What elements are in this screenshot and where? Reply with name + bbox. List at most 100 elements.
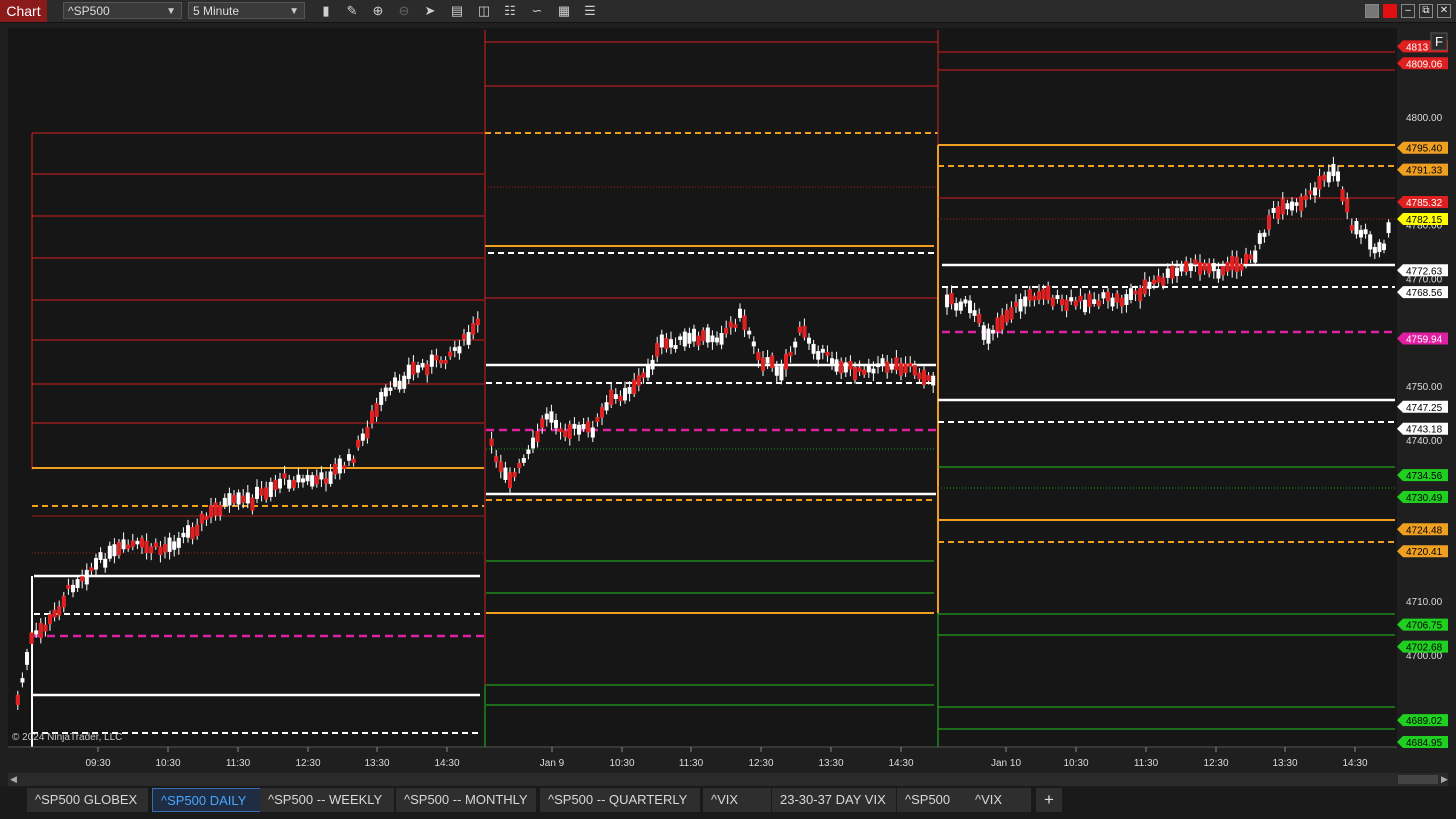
- bear-candle: [231, 494, 236, 504]
- minimize-icon[interactable]: –: [1401, 4, 1415, 18]
- bear-candle: [848, 360, 853, 370]
- tab-vix-day[interactable]: 23-30-37 DAY VIX: [772, 788, 896, 812]
- bear-candle: [291, 480, 296, 488]
- bear-candle: [144, 540, 149, 554]
- tab-sp500[interactable]: ^SP500: [897, 788, 967, 812]
- tab-vix[interactable]: ^VIX: [703, 788, 771, 812]
- bull-candle: [572, 423, 577, 429]
- interval-value: 5 Minute: [193, 4, 240, 18]
- bear-candle: [1014, 301, 1019, 307]
- strategies-icon[interactable]: ☷: [502, 3, 518, 19]
- price-flag-label: 4795.40: [1406, 144, 1443, 155]
- bull-candle: [793, 341, 798, 348]
- bear-candle: [912, 364, 917, 376]
- bear-candle: [1280, 198, 1285, 215]
- bear-candle: [641, 372, 646, 378]
- tab-sp500-quarterly[interactable]: ^SP500 -- QUARTERLY: [540, 788, 700, 812]
- tab-sp500-weekly[interactable]: ^SP500 -- WEEKLY: [260, 788, 394, 812]
- pencil-icon[interactable]: ✎: [344, 3, 360, 19]
- instrument-selector[interactable]: ^SP500 ▼: [63, 2, 182, 19]
- chart-menu-button[interactable]: Chart: [0, 0, 47, 22]
- scroll-thumb[interactable]: [1398, 775, 1438, 784]
- bull-candle: [866, 365, 871, 373]
- price-flag-label: 4809.06: [1406, 59, 1443, 70]
- list-icon[interactable]: ☰: [582, 3, 598, 19]
- scroll-right-icon[interactable]: ▶: [1441, 773, 1448, 786]
- bull-candle: [1271, 207, 1276, 213]
- tab-sp500-daily[interactable]: ^SP500 DAILY: [152, 788, 262, 812]
- price-flag: 4684.95: [1397, 735, 1448, 749]
- bear-candle: [475, 318, 480, 326]
- bull-candle: [963, 299, 968, 304]
- bull-candle: [84, 569, 89, 585]
- bear-candle: [1041, 288, 1046, 300]
- price-flag-label: 4743.18: [1406, 425, 1443, 436]
- bull-candle: [1179, 266, 1184, 272]
- restore-icon[interactable]: ⧉: [1419, 4, 1433, 18]
- bear-candle: [494, 456, 499, 463]
- bull-candle: [1092, 299, 1097, 304]
- zoom-out-icon[interactable]: ⊖: [396, 3, 412, 19]
- bull-candle: [669, 339, 674, 348]
- scroll-left-icon[interactable]: ◀: [10, 773, 17, 786]
- bull-candle: [429, 354, 434, 367]
- chart-panel[interactable]: 4800.004790.004780.004770.004750.004740.…: [0, 23, 1456, 773]
- add-tab-button[interactable]: +: [1036, 788, 1062, 812]
- bull-candle: [347, 454, 352, 461]
- bear-candle: [162, 543, 167, 553]
- x-tick-label: 11:30: [226, 758, 251, 769]
- bull-candle: [1128, 288, 1133, 301]
- bear-candle: [1303, 195, 1308, 200]
- bull-candle: [705, 327, 710, 343]
- price-flag: 4734.56: [1397, 469, 1448, 482]
- bear-candle: [1202, 262, 1207, 271]
- bear-candle: [66, 584, 71, 589]
- instrument-value: ^SP500: [68, 4, 110, 18]
- bull-candle: [1262, 232, 1267, 237]
- tab-sp500-monthly[interactable]: ^SP500 -- MONTHLY: [396, 788, 536, 812]
- price-flag: 4782.15: [1397, 213, 1448, 226]
- copyright-text: © 2024 NinjaTrader, LLC: [12, 732, 122, 743]
- bull-candle: [577, 424, 582, 435]
- bear-candle: [1225, 261, 1230, 272]
- tab-vix-2[interactable]: ^VIX: [967, 788, 1031, 812]
- bear-candle: [1142, 279, 1147, 295]
- bars-icon[interactable]: ▮: [318, 3, 334, 19]
- pointer-icon[interactable]: ➤: [422, 3, 438, 19]
- price-chart[interactable]: 4800.004790.004780.004770.004750.004740.…: [0, 23, 1456, 773]
- bull-candle: [1147, 281, 1152, 289]
- bull-candle: [1018, 299, 1023, 312]
- data-box-icon[interactable]: ▦: [556, 3, 572, 19]
- bull-candle: [176, 537, 181, 548]
- bear-candle: [342, 465, 347, 469]
- price-flag: 4791.33: [1397, 163, 1448, 177]
- bull-candle: [747, 330, 752, 335]
- bull-candle: [121, 539, 126, 550]
- bull-candle: [613, 394, 618, 399]
- tab-sp500-globex[interactable]: ^SP500 GLOBEX: [27, 788, 148, 812]
- bear-candle: [1133, 290, 1138, 295]
- bull-candle: [319, 472, 324, 480]
- horizontal-scrollbar[interactable]: ◀ ▶: [8, 773, 1448, 786]
- close-icon[interactable]: ✕: [1437, 4, 1451, 18]
- price-flag: 4730.49: [1397, 490, 1448, 504]
- bull-candle: [1211, 263, 1216, 272]
- bear-candle: [195, 524, 200, 537]
- link-color-icon[interactable]: [1365, 4, 1379, 18]
- bull-candle: [954, 303, 959, 311]
- link-red-icon[interactable]: [1383, 4, 1397, 18]
- bear-candle: [1036, 291, 1041, 300]
- properties-icon[interactable]: ▤: [449, 3, 465, 19]
- bull-candle: [986, 328, 991, 344]
- indicator-icon[interactable]: ∽: [529, 3, 545, 19]
- y-tick-label: 4740.00: [1406, 436, 1443, 447]
- interval-selector[interactable]: 5 Minute ▼: [188, 2, 305, 19]
- templates-icon[interactable]: ◫: [476, 3, 492, 19]
- zoom-in-icon[interactable]: ⊕: [370, 3, 386, 19]
- toolbar: Chart ^SP500 ▼ 5 Minute ▼ ▮ ✎ ⊕ ⊖ ➤ ▤ ◫ ☷ …: [0, 0, 1456, 23]
- bull-candle: [830, 358, 835, 366]
- bear-candle: [149, 546, 154, 553]
- bear-candle: [1193, 259, 1198, 265]
- bear-candle: [788, 351, 793, 357]
- price-flag: 4759.94: [1397, 332, 1448, 346]
